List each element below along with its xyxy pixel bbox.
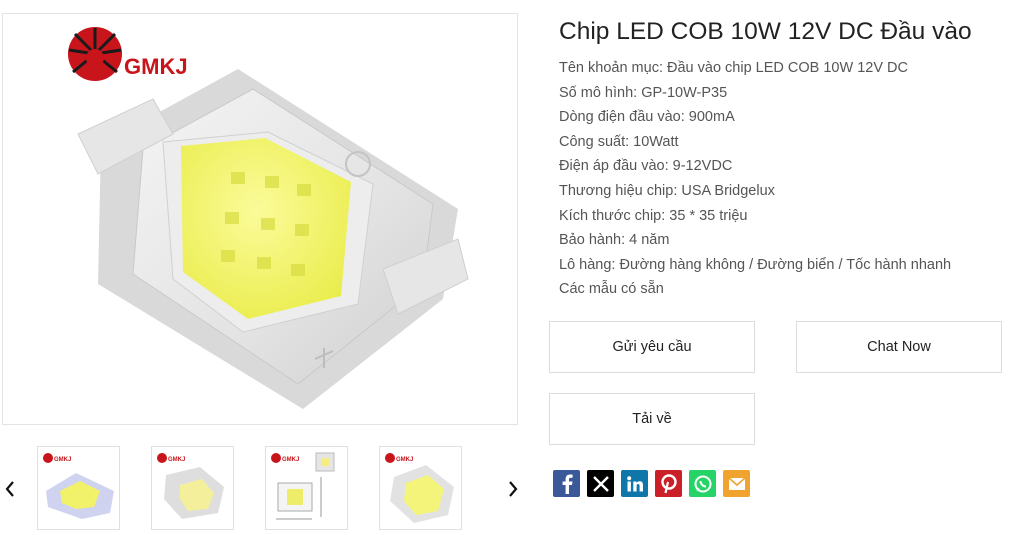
- spec-item-name: Tên khoản mục: Đầu vào chip LED COB 10W …: [559, 60, 908, 76]
- spec-input-current: Dòng điện đầu vào: 900mA: [559, 109, 735, 126]
- chat-now-button[interactable]: Chat Now: [796, 321, 1002, 373]
- svg-text:GMKJ: GMKJ: [124, 54, 188, 79]
- thumbnail-2[interactable]: GMKJ: [151, 446, 234, 530]
- spec-power: Công suất: 10Watt: [559, 133, 679, 150]
- svg-text:GMKJ: GMKJ: [282, 457, 299, 463]
- thumbnail-next-button[interactable]: [503, 474, 523, 504]
- download-button[interactable]: Tải về: [549, 393, 755, 445]
- spec-input-voltage: Điện áp đầu vào: 9-12VDC: [559, 158, 733, 175]
- svg-text:GMKJ: GMKJ: [396, 457, 413, 463]
- thumbnail-1[interactable]: GMKJ: [37, 446, 120, 530]
- spec-warranty: Bảo hành: 4 năm: [559, 232, 670, 249]
- spec-samples: Các mẫu có sẵn: [559, 281, 664, 298]
- product-specs: Tên khoản mục: Đầu vào chip LED COB 10W …: [559, 56, 1019, 302]
- chevron-right-icon: [509, 481, 518, 497]
- whatsapp-icon[interactable]: [689, 470, 716, 497]
- spec-model-number: Số mô hình: GP-10W-P35: [559, 84, 728, 101]
- chevron-left-icon: [5, 481, 14, 497]
- facebook-icon[interactable]: [553, 470, 580, 497]
- led-chip-illustration: [77, 69, 469, 409]
- thumbnail-3[interactable]: GMKJ: [265, 446, 348, 530]
- svg-text:GMKJ: GMKJ: [54, 457, 71, 463]
- send-inquiry-button[interactable]: Gửi yêu cầu: [549, 321, 755, 373]
- thumbnail-prev-button[interactable]: [0, 474, 20, 504]
- svg-text:GMKJ: GMKJ: [168, 457, 185, 463]
- x-icon[interactable]: [587, 470, 614, 497]
- pinterest-icon[interactable]: [655, 470, 682, 497]
- spec-chip-size: Kích thước chip: 35 * 35 triệu: [559, 207, 748, 224]
- thumbnail-4[interactable]: GMKJ: [379, 446, 462, 530]
- spec-shipment: Lô hàng: Đường hàng không / Đường biển /…: [559, 256, 952, 273]
- spec-chip-brand: Thương hiệu chip: USA Bridgelux: [559, 182, 775, 199]
- email-icon[interactable]: [723, 470, 750, 497]
- linkedin-icon[interactable]: [621, 470, 648, 497]
- main-product-image[interactable]: GMKJ: [2, 13, 518, 425]
- product-title: Chip LED COB 10W 12V DC Đầu vào: [559, 18, 972, 45]
- gmkj-logo: GMKJ: [68, 27, 188, 81]
- share-bar: [553, 470, 750, 497]
